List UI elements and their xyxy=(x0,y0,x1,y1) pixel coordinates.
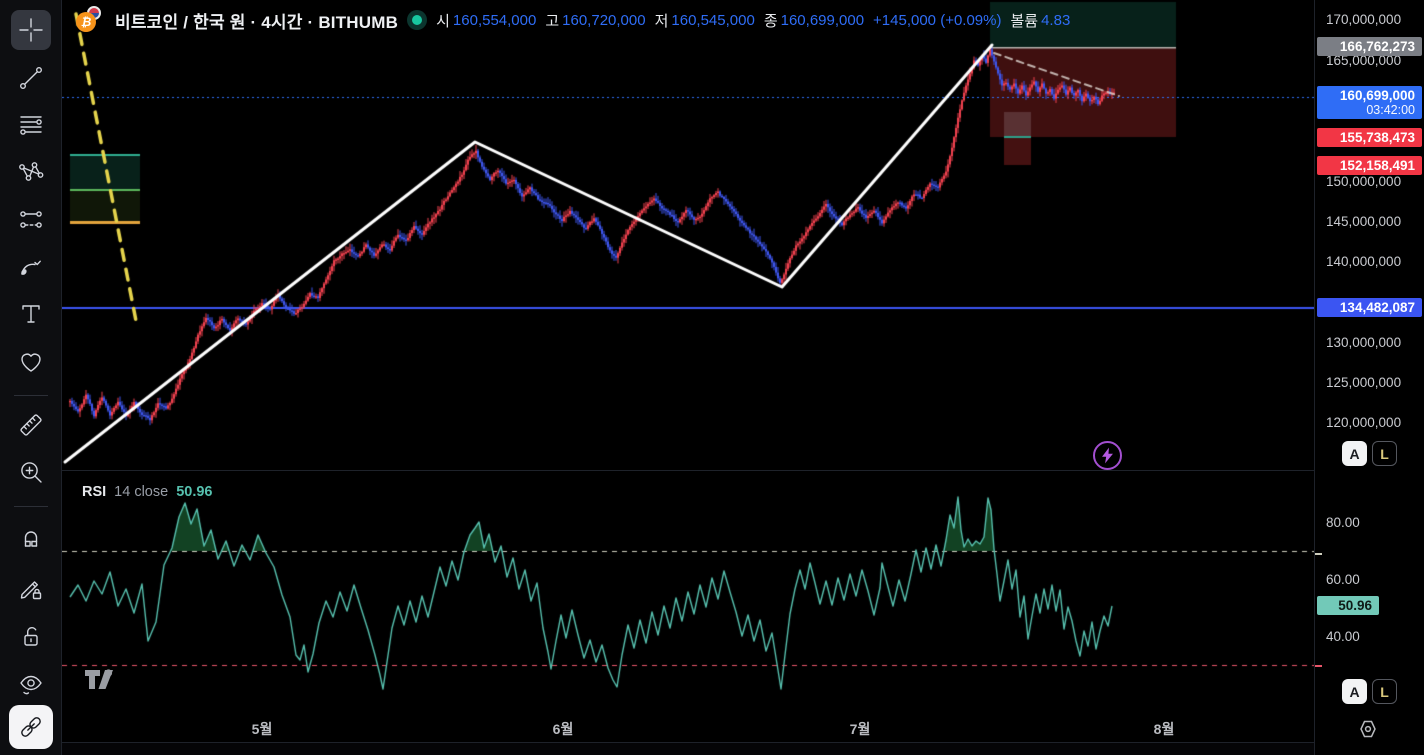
toolbar-divider xyxy=(14,395,48,396)
forecast-tool[interactable] xyxy=(11,200,51,240)
ohlc-quote-row: 시 160,554,000 고 160,720,000 저 160,545,000 종 160… xyxy=(436,10,1070,31)
log-scale-button[interactable]: L xyxy=(1372,441,1397,466)
quote-value: 160,699,000 xyxy=(780,11,865,29)
text-tool[interactable] xyxy=(11,294,51,334)
quote-value: 160,554,000 xyxy=(452,11,537,29)
time-axis-label: 5월 xyxy=(251,721,273,737)
magnet-tool[interactable] xyxy=(11,517,51,557)
price-axis[interactable]: 170,000,000 165,000,000 150,000,000 145,000… xyxy=(1314,0,1424,755)
fib-retracement-tool[interactable] xyxy=(11,105,51,145)
rsi-params: 14 close xyxy=(114,484,169,500)
trend-line-icon xyxy=(19,67,42,90)
rsi-axis-tick: 40.00 xyxy=(1326,629,1360,644)
flash-boost-icon[interactable] xyxy=(1093,441,1122,470)
time-axis-label: 8월 xyxy=(1153,721,1175,737)
ruler-icon xyxy=(19,414,42,436)
auto-scale-button[interactable]: A xyxy=(1342,441,1367,466)
quote-value: 160,545,000 xyxy=(671,11,755,29)
xabcd-pattern-icon xyxy=(18,162,43,181)
bitcoin-icon: ₿ xyxy=(76,12,96,32)
price-badge: 155,738,473 xyxy=(1317,128,1422,147)
volume-value: 4.83 xyxy=(1041,11,1071,29)
zoom-in-icon xyxy=(20,462,42,483)
rsi-indicator-header[interactable]: RSI 14 close 50.96 xyxy=(82,484,212,500)
volume-label: 볼륨 xyxy=(1010,12,1039,30)
band-tick xyxy=(1315,553,1322,555)
price-axis-tick: 170,000,000 xyxy=(1326,12,1402,27)
band-tick xyxy=(1315,665,1322,667)
price-axis-tick: 140,000,000 xyxy=(1326,254,1402,269)
magnet-icon xyxy=(24,531,37,547)
settings-icon[interactable] xyxy=(1356,717,1380,741)
fib-retracement-icon xyxy=(19,116,42,135)
time-axis-label: 7월 xyxy=(849,721,871,737)
link-tool[interactable] xyxy=(8,705,53,749)
main-chart-canvas[interactable] xyxy=(62,0,1314,470)
quote-label: 저 xyxy=(654,12,669,30)
price-axis-tick: 150,000,000 xyxy=(1326,174,1402,189)
draw-lock-tool[interactable] xyxy=(11,569,51,609)
forecast-icon xyxy=(19,211,42,228)
price-axis-tick: 125,000,000 xyxy=(1326,375,1402,390)
tradingview-chart-app: ₿ 비트코인 / 한국 원 · 4시간 · BITHUMB 시 160,554,0… xyxy=(0,0,1424,755)
quote-label: 시 xyxy=(436,12,450,30)
price-badge: 152,158,491 xyxy=(1317,156,1422,175)
quote-label: 고 xyxy=(545,12,560,30)
hide-drawings-tool[interactable] xyxy=(11,664,51,704)
link-icon xyxy=(20,717,41,737)
rsi-value: 50.96 xyxy=(176,484,213,500)
price-badge: 134,482,087 xyxy=(1317,298,1422,317)
quote-label: 종 xyxy=(763,12,778,30)
rsi-title: RSI xyxy=(82,484,107,500)
rsi-axis-tick: 60.00 xyxy=(1326,572,1360,587)
toolbar-divider xyxy=(14,506,48,507)
price-badge: 160,699,000 03:42:00 xyxy=(1317,86,1422,119)
price-badge: 166,762,273 xyxy=(1317,37,1422,56)
xabcd-pattern-tool[interactable] xyxy=(11,152,51,192)
symbol-title[interactable]: 비트코인 / 한국 원 · 4시간 · BITHUMB xyxy=(115,8,398,33)
lock-icon xyxy=(23,627,38,646)
time-axis-label: 6월 xyxy=(552,721,574,737)
pane-divider[interactable] xyxy=(62,470,1424,471)
drawing-toolbar xyxy=(0,0,62,755)
market-status-icon[interactable] xyxy=(407,10,428,30)
price-axis-tick: 120,000,000 xyxy=(1326,415,1402,430)
trend-line-tool[interactable] xyxy=(11,58,51,98)
quote-value: 160,720,000 xyxy=(562,11,646,29)
emoji-heart-icon xyxy=(20,353,41,372)
bottom-strip xyxy=(0,742,1424,755)
tradingview-logo xyxy=(85,669,113,689)
rsi-axis-tick: 80.00 xyxy=(1326,515,1360,530)
crosshair-icon xyxy=(18,18,43,42)
symbol-logo: ₿ xyxy=(74,6,106,34)
draw-lock-icon xyxy=(20,581,41,600)
time-axis[interactable]: 5월 6월 7월 8월 xyxy=(62,710,1314,742)
price-axis-tick: 130,000,000 xyxy=(1326,335,1402,350)
brush-tool[interactable] xyxy=(11,247,51,287)
crosshair-tool[interactable] xyxy=(10,10,51,50)
log-scale-button[interactable]: L xyxy=(1372,679,1397,704)
lock-tool[interactable] xyxy=(11,617,51,657)
brush-icon xyxy=(20,260,41,275)
ruler-tool[interactable] xyxy=(11,405,51,445)
zoom-in-tool[interactable] xyxy=(11,452,51,492)
change-value: +145,000 (+0.09%) xyxy=(873,11,1002,29)
price-badge: 50.96 xyxy=(1317,596,1379,615)
price-axis-tick: 145,000,000 xyxy=(1326,214,1402,229)
text-icon xyxy=(21,305,40,323)
symbol-header: ₿ 비트코인 / 한국 원 · 4시간 · BITHUMB 시 160,554,0… xyxy=(74,5,1070,35)
emoji-heart-tool[interactable] xyxy=(11,342,51,382)
auto-scale-button[interactable]: A xyxy=(1342,679,1367,704)
rsi-pane-canvas[interactable] xyxy=(62,470,1314,710)
hide-drawings-icon xyxy=(19,675,42,695)
